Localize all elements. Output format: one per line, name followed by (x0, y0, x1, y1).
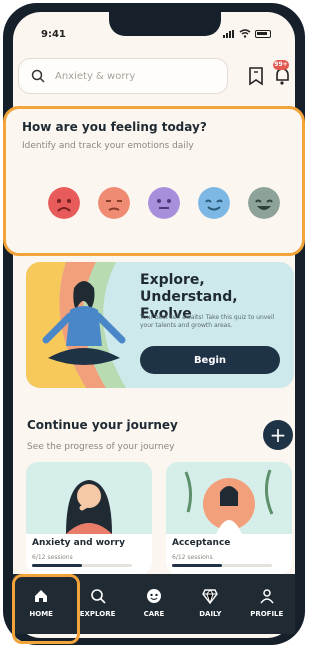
card-title: Acceptance (172, 538, 231, 548)
notch (109, 12, 221, 36)
journey-card[interactable]: Anxiety and worry 6/12 sessions (26, 462, 152, 574)
card-sessions: 6/12 sessions (32, 554, 73, 561)
nav-profile[interactable]: PROFILE (243, 588, 291, 634)
search-icon (90, 589, 106, 604)
explore-banner: Explore, Understand, Evolve Your best se… (26, 262, 294, 388)
mood-tracker-card: How are you feeling today? Identify and … (3, 106, 305, 256)
begin-button[interactable]: Begin (140, 346, 280, 374)
nav-daily-label: DAILY (199, 610, 222, 618)
nav-care-label: CARE (143, 610, 165, 618)
add-journey-button[interactable]: + (263, 420, 293, 450)
progress-fill (172, 564, 222, 567)
wifi-icon (239, 29, 251, 38)
journey-card[interactable]: Acceptance 6/12 sessions (166, 462, 292, 574)
anxiety-illustration (26, 462, 152, 534)
nav-profile-label: PROFILE (250, 610, 284, 618)
bookmark-icon[interactable] (246, 66, 266, 86)
signal-icon (223, 29, 235, 38)
search-icon (31, 69, 45, 83)
mood-options (34, 187, 284, 223)
mood-title: How are you feeling today? (22, 120, 207, 134)
profile-icon (260, 589, 274, 604)
diamond-icon (202, 589, 219, 604)
meditation-illustration (26, 262, 126, 388)
progress-bar (32, 564, 132, 567)
battery-icon (255, 29, 271, 38)
nav-daily[interactable]: DAILY (186, 588, 234, 634)
search-input[interactable]: Anxiety & worry (18, 58, 228, 94)
explore-subtitle: Your best self awaits! Take this quiz to… (140, 314, 275, 329)
journey-title: Continue your journey (27, 418, 178, 432)
calm-mood-icon[interactable] (198, 187, 230, 219)
search-placeholder: Anxiety & worry (55, 70, 136, 82)
nav-explore-label: EXPLORE (79, 610, 116, 618)
mood-subtitle: Identify and track your emotions daily (22, 141, 194, 151)
very-sad-mood-icon[interactable] (48, 187, 80, 219)
acceptance-illustration (166, 462, 292, 534)
card-sessions: 6/12 sessions (172, 554, 213, 561)
progress-fill (32, 564, 82, 567)
sad-mood-icon[interactable] (98, 187, 130, 219)
happy-mood-icon[interactable] (248, 187, 280, 219)
care-icon (146, 589, 161, 603)
nav-explore[interactable]: EXPLORE (74, 588, 122, 634)
nav-care[interactable]: CARE (130, 588, 178, 634)
journey-subtitle: See the progress of your journey (27, 442, 175, 452)
notification-badge: 99+ (273, 60, 289, 70)
progress-bar (172, 564, 272, 567)
neutral-mood-icon[interactable] (148, 187, 180, 219)
card-title: Anxiety and worry (32, 538, 125, 548)
status-icons (223, 29, 271, 38)
home-highlight (12, 574, 80, 644)
status-time: 9:41 (41, 29, 66, 40)
